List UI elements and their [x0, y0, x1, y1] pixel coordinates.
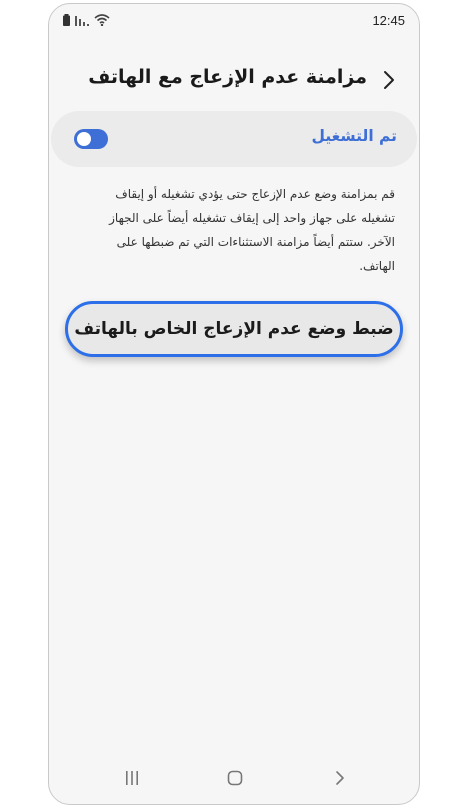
recents-icon[interactable] — [125, 770, 139, 786]
status-bar: 12:45 — [49, 4, 419, 38]
home-icon[interactable] — [227, 770, 243, 786]
page-title: مزامنة عدم الإزعاج مع الهاتف — [88, 66, 367, 88]
status-time: 12:45 — [372, 13, 405, 28]
back-icon[interactable] — [335, 770, 345, 786]
toggle-switch[interactable] — [74, 129, 108, 149]
status-icons — [63, 14, 110, 26]
phone-dnd-settings-button[interactable]: ضبط وضع عدم الإزعاج الخاص بالهاتف — [65, 301, 403, 357]
battery-icon — [63, 14, 70, 26]
signal-icon — [75, 16, 89, 26]
toggle-knob — [77, 132, 91, 146]
phone-screen: 12:45 مزامنة عدم الإزعاج مع الهاتف تم ال… — [48, 3, 420, 805]
wifi-icon — [94, 14, 110, 26]
master-toggle-row[interactable]: تم التشغيل — [51, 111, 417, 167]
toggle-label: تم التشغيل — [311, 127, 397, 145]
description-text: قم بمزامنة وضع عدم الإزعاج حتى يؤدي تشغي… — [109, 187, 395, 273]
navigation-bar — [49, 750, 419, 804]
header: مزامنة عدم الإزعاج مع الهاتف — [49, 60, 419, 100]
phone-dnd-settings-label: ضبط وضع عدم الإزعاج الخاص بالهاتف — [74, 319, 394, 339]
chevron-right-icon[interactable] — [381, 70, 397, 90]
